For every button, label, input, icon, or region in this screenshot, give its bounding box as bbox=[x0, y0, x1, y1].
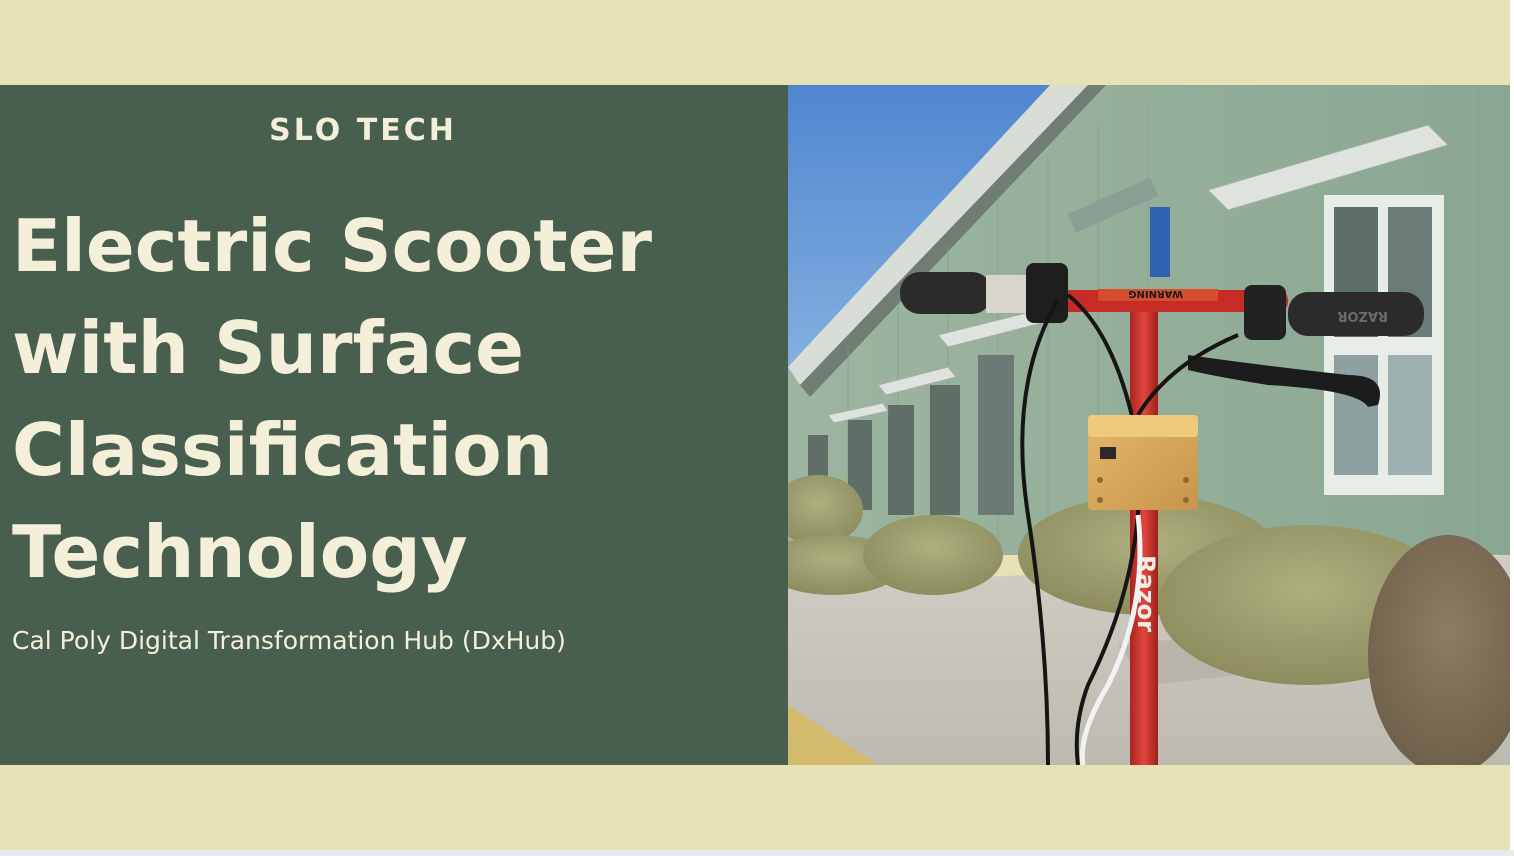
slide-title: Electric Scooter with Surface Classifica… bbox=[12, 204, 652, 594]
window-right-edge bbox=[1510, 0, 1514, 856]
slide-subtitle: Cal Poly Digital Transformation Hub (DxH… bbox=[12, 626, 566, 655]
scooter-photo: Razor WARNING RAZOR bbox=[788, 85, 1510, 765]
window-bottom-edge bbox=[0, 850, 1514, 856]
warning-sticker-text: WARNING bbox=[1128, 288, 1183, 299]
presentation-slide: SLO TECH Electric Scooter with Surface C… bbox=[0, 0, 1510, 850]
scooter-photo-illustration: Razor WARNING RAZOR bbox=[788, 85, 1510, 765]
sensor-box bbox=[1088, 415, 1198, 510]
slide-kicker: SLO TECH bbox=[269, 113, 457, 148]
title-panel: SLO TECH Electric Scooter with Surface C… bbox=[0, 85, 788, 765]
grip-brand-text: RAZOR bbox=[1337, 308, 1388, 323]
